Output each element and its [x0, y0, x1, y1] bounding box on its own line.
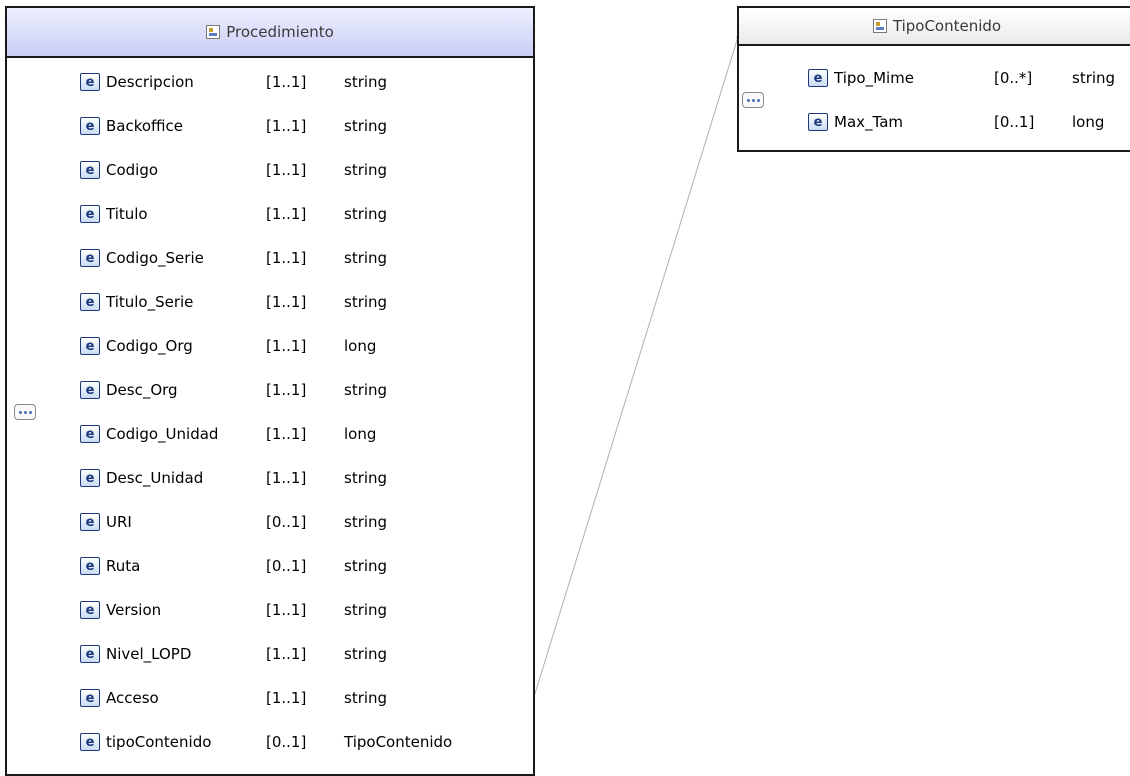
procedimiento-element-row[interactable]: e Codigo [1..1] string: [80, 157, 387, 183]
element-icon: e: [80, 469, 100, 487]
element-name: Max_Tam: [834, 113, 903, 131]
element-icon: e: [80, 117, 100, 135]
element-cardinality: [1..1]: [266, 161, 307, 179]
element-icon: e: [80, 513, 100, 531]
element-type: string: [344, 601, 388, 619]
element-cardinality: [1..1]: [266, 293, 307, 311]
element-cardinality: [1..1]: [266, 337, 307, 355]
element-icon: e: [80, 645, 100, 663]
procedimiento-element-row[interactable]: e tipoContenido [0..1] TipoContenido: [80, 729, 452, 755]
element-cardinality: [1..1]: [266, 601, 307, 619]
element-type: long: [1072, 113, 1105, 131]
element-cardinality: [1..1]: [266, 249, 307, 267]
element-cardinality: [1..1]: [266, 205, 307, 223]
element-cardinality: [1..1]: [266, 425, 307, 443]
element-type: string: [344, 117, 388, 135]
sequence-compositor-icon[interactable]: [742, 92, 764, 108]
element-cardinality: [1..1]: [266, 689, 307, 707]
element-cardinality: [1..1]: [266, 117, 307, 135]
procedimiento-element-row[interactable]: e Version [1..1] string: [80, 597, 387, 623]
procedimiento-element-row[interactable]: e Desc_Org [1..1] string: [80, 377, 387, 403]
element-name: Acceso: [106, 689, 159, 707]
element-icon: e: [80, 557, 100, 575]
element-cardinality: [0..1]: [266, 733, 307, 751]
element-name: tipoContenido: [106, 733, 212, 751]
element-name: Ruta: [106, 557, 141, 575]
element-cardinality: [0..1]: [994, 113, 1035, 131]
tipocontenido-element-row[interactable]: e Max_Tam [0..1] long: [808, 109, 1104, 135]
procedimiento-element-row[interactable]: e Titulo_Serie [1..1] string: [80, 289, 387, 315]
procedimiento-element-row[interactable]: e Backoffice [1..1] string: [80, 113, 387, 139]
tipocontenido-element-row[interactable]: e Tipo_Mime [0..*] string: [808, 65, 1115, 91]
sequence-compositor-icon[interactable]: [14, 404, 36, 420]
element-icon: e: [808, 69, 828, 87]
element-name: Version: [106, 601, 162, 619]
element-type: string: [344, 249, 388, 267]
element-type: string: [344, 689, 388, 707]
element-type: string: [344, 469, 388, 487]
element-icon: e: [80, 337, 100, 355]
element-type: string: [1072, 69, 1116, 87]
procedimiento-element-row[interactable]: e Codigo_Org [1..1] long: [80, 333, 376, 359]
element-cardinality: [1..1]: [266, 645, 307, 663]
element-name: Codigo_Serie: [106, 249, 204, 267]
procedimiento-element-row[interactable]: e URI [0..1] string: [80, 509, 387, 535]
element-type: string: [344, 381, 388, 399]
procedimiento-element-row[interactable]: e Titulo [1..1] string: [80, 201, 387, 227]
element-icon: e: [80, 293, 100, 311]
element-name: Desc_Org: [106, 381, 178, 399]
element-icon: e: [80, 73, 100, 91]
element-name: Codigo_Org: [106, 337, 193, 355]
element-icon: e: [808, 113, 828, 131]
element-icon: e: [80, 425, 100, 443]
tipocontenido-header[interactable]: TipoContenido: [739, 8, 1130, 46]
element-type: long: [344, 337, 377, 355]
element-name: Descripcion: [106, 73, 194, 91]
element-cardinality: [1..1]: [266, 73, 307, 91]
element-name: URI: [106, 513, 132, 531]
element-icon: e: [80, 733, 100, 751]
element-type: string: [344, 293, 388, 311]
element-name: Titulo: [106, 205, 148, 223]
element-type: string: [344, 513, 388, 531]
element-type: string: [344, 161, 388, 179]
element-name: Backoffice: [106, 117, 184, 135]
element-cardinality: [0..*]: [994, 69, 1033, 87]
procedimiento-header[interactable]: Procedimiento: [7, 8, 533, 58]
element-type: TipoContenido: [344, 733, 453, 751]
element-cardinality: [1..1]: [266, 381, 307, 399]
element-type: string: [344, 205, 388, 223]
element-name: Codigo_Unidad: [106, 425, 219, 443]
type-reference-connector: [519, 23, 743, 743]
element-cardinality: [0..1]: [266, 513, 307, 531]
tipocontenido-title: TipoContenido: [892, 17, 1002, 35]
procedimiento-element-row[interactable]: e Descripcion [1..1] string: [80, 69, 387, 95]
element-name: Nivel_LOPD: [106, 645, 192, 663]
element-name: Codigo: [106, 161, 159, 179]
procedimiento-element-row[interactable]: e Desc_Unidad [1..1] string: [80, 465, 387, 491]
element-type: long: [344, 425, 377, 443]
element-name: Desc_Unidad: [106, 469, 204, 487]
element-name: Titulo_Serie: [106, 293, 194, 311]
procedimiento-element-row[interactable]: e Nivel_LOPD [1..1] string: [80, 641, 387, 667]
procedimiento-element-row[interactable]: e Acceso [1..1] string: [80, 685, 387, 711]
procedimiento-element-row[interactable]: e Codigo_Unidad [1..1] long: [80, 421, 376, 447]
element-icon: e: [80, 161, 100, 179]
element-icon: e: [80, 601, 100, 619]
procedimiento-element-row[interactable]: e Ruta [0..1] string: [80, 553, 387, 579]
element-cardinality: [0..1]: [266, 557, 307, 575]
complex-type-icon: [206, 25, 221, 39]
element-type: string: [344, 645, 388, 663]
element-icon: e: [80, 205, 100, 223]
element-cardinality: [1..1]: [266, 469, 307, 487]
procedimiento-element-row[interactable]: e Codigo_Serie [1..1] string: [80, 245, 387, 271]
procedimiento-title: Procedimiento: [226, 23, 334, 41]
element-icon: e: [80, 381, 100, 399]
element-icon: e: [80, 689, 100, 707]
element-type: string: [344, 557, 388, 575]
element-name: Tipo_Mime: [834, 69, 915, 87]
element-type: string: [344, 73, 388, 91]
element-icon: e: [80, 249, 100, 267]
complex-type-icon: [872, 19, 887, 33]
